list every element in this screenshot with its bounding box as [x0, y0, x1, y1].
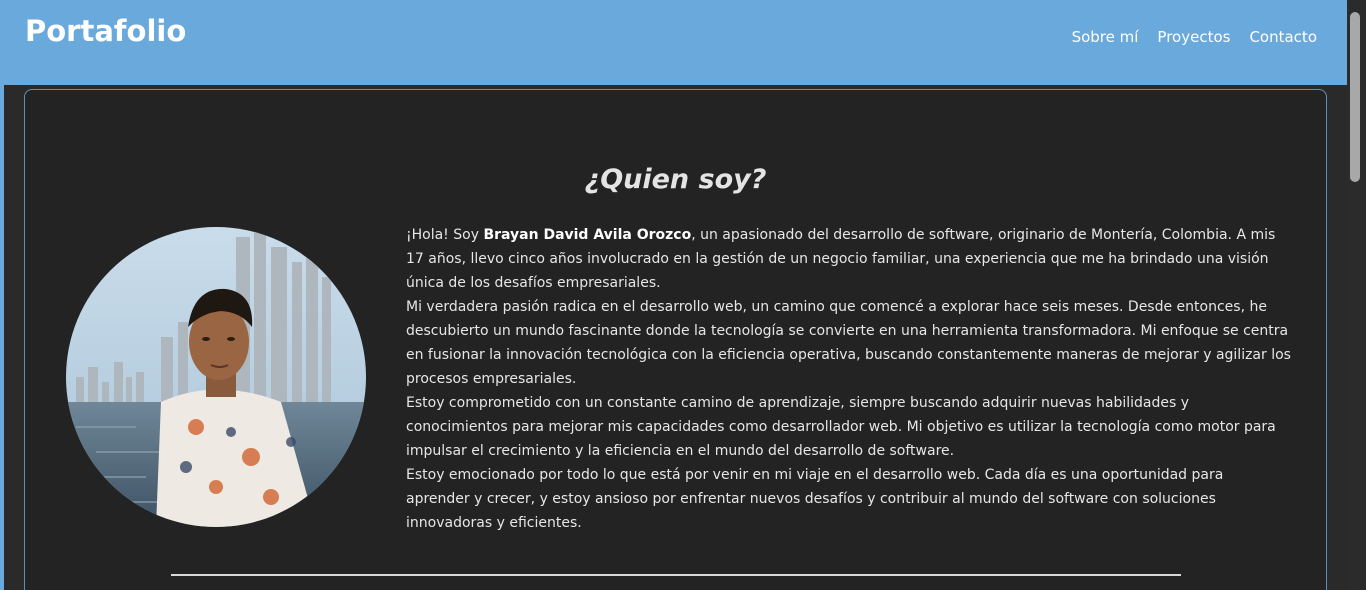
bio-text: ¡Hola! Soy Brayan David Avila Orozco, un… [406, 223, 1291, 535]
bio-paragraph-1: ¡Hola! Soy Brayan David Avila Orozco, un… [406, 223, 1291, 295]
nav-link-projects[interactable]: Proyectos [1157, 28, 1230, 46]
bio-paragraph-4: Estoy emocionado por todo lo que está po… [406, 467, 1224, 531]
bio-paragraph-2: Mi verdadera pasión radica en el desarro… [406, 299, 1291, 387]
profile-photo [66, 227, 366, 527]
section-divider [171, 574, 1181, 576]
main-nav: Sobre mí Proyectos Contacto [1072, 28, 1317, 46]
about-section: ¿Quien soy? ¡Hola! Soy Brayan David Avil… [24, 89, 1327, 590]
vertical-scrollbar[interactable] [1347, 0, 1366, 590]
author-name: Brayan David Avila Orozco [483, 227, 692, 243]
bio-paragraph-3: Estoy comprometido con un constante cami… [406, 395, 1276, 459]
window-edge [0, 0, 4, 590]
profile-photo-image [66, 227, 366, 527]
nav-link-about[interactable]: Sobre mí [1072, 28, 1139, 46]
nav-link-contact[interactable]: Contacto [1249, 28, 1317, 46]
brand-logo[interactable]: Portafolio [25, 14, 186, 48]
site-header: Portafolio Sobre mí Proyectos Contacto [4, 0, 1347, 85]
bio-intro: ¡Hola! Soy [406, 227, 484, 243]
scrollbar-thumb[interactable] [1350, 12, 1360, 182]
page: Portafolio Sobre mí Proyectos Contacto ¿… [0, 0, 1366, 590]
section-title: ¿Quien soy? [584, 164, 767, 196]
